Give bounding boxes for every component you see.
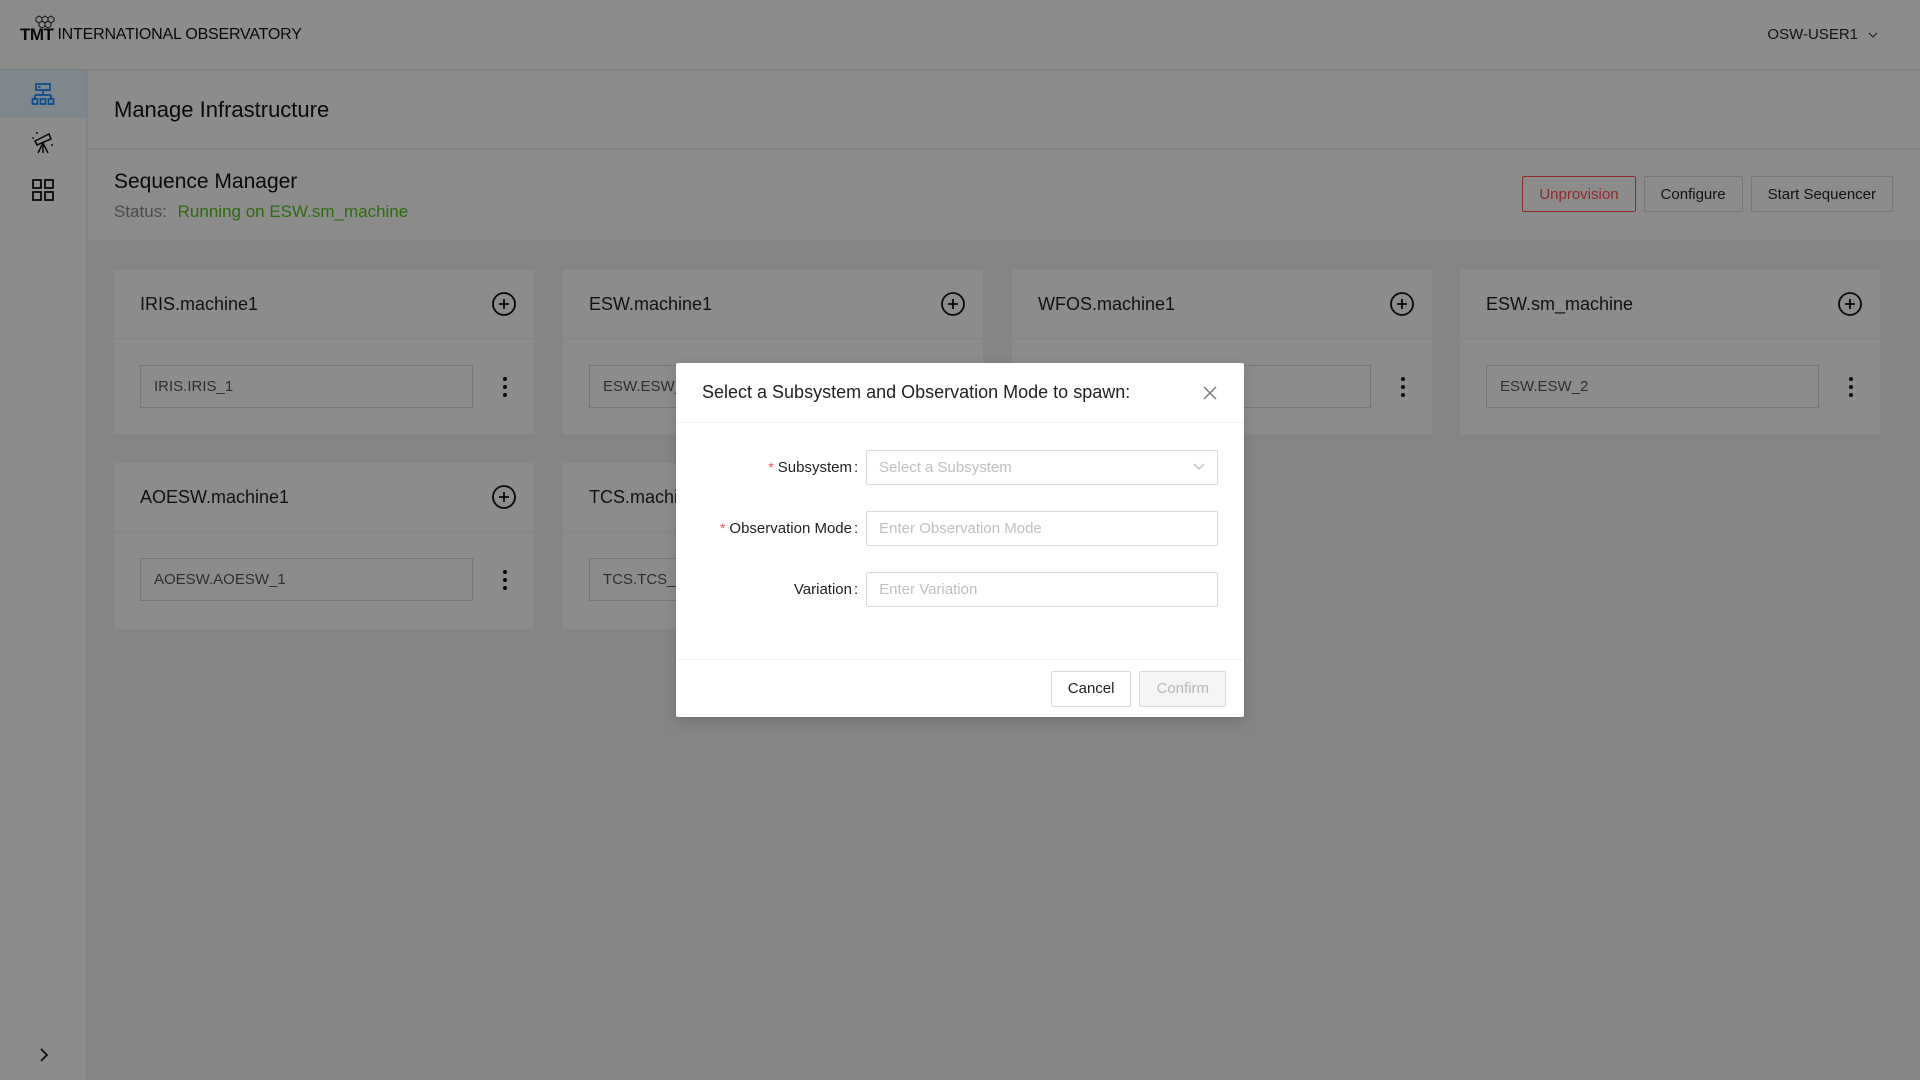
confirm-button[interactable]: Confirm bbox=[1139, 670, 1226, 707]
subsystem-placeholder: Select a Subsystem bbox=[879, 458, 1012, 476]
required-mark: * bbox=[768, 458, 774, 475]
cancel-button[interactable]: Cancel bbox=[1050, 670, 1132, 707]
subsystem-select[interactable]: Select a Subsystem bbox=[866, 449, 1218, 485]
modal-title: Select a Subsystem and Observation Mode … bbox=[702, 382, 1131, 402]
variation-input[interactable] bbox=[866, 571, 1218, 607]
variation-row: Variation: bbox=[702, 571, 1218, 607]
subsystem-label: * Subsystem: bbox=[768, 458, 859, 476]
observation-mode-label: * Observation Mode: bbox=[719, 519, 859, 537]
spawn-sequencer-modal: Select a Subsystem and Observation Mode … bbox=[676, 363, 1244, 717]
observation-mode-row: * Observation Mode: bbox=[702, 510, 1218, 546]
close-icon[interactable] bbox=[1202, 385, 1218, 401]
subsystem-row: * Subsystem: Select a Subsystem bbox=[702, 449, 1218, 485]
observation-mode-input[interactable] bbox=[866, 510, 1218, 546]
variation-label: Variation: bbox=[793, 580, 859, 598]
required-mark: * bbox=[719, 519, 726, 536]
chevron-down-icon bbox=[1193, 463, 1205, 470]
